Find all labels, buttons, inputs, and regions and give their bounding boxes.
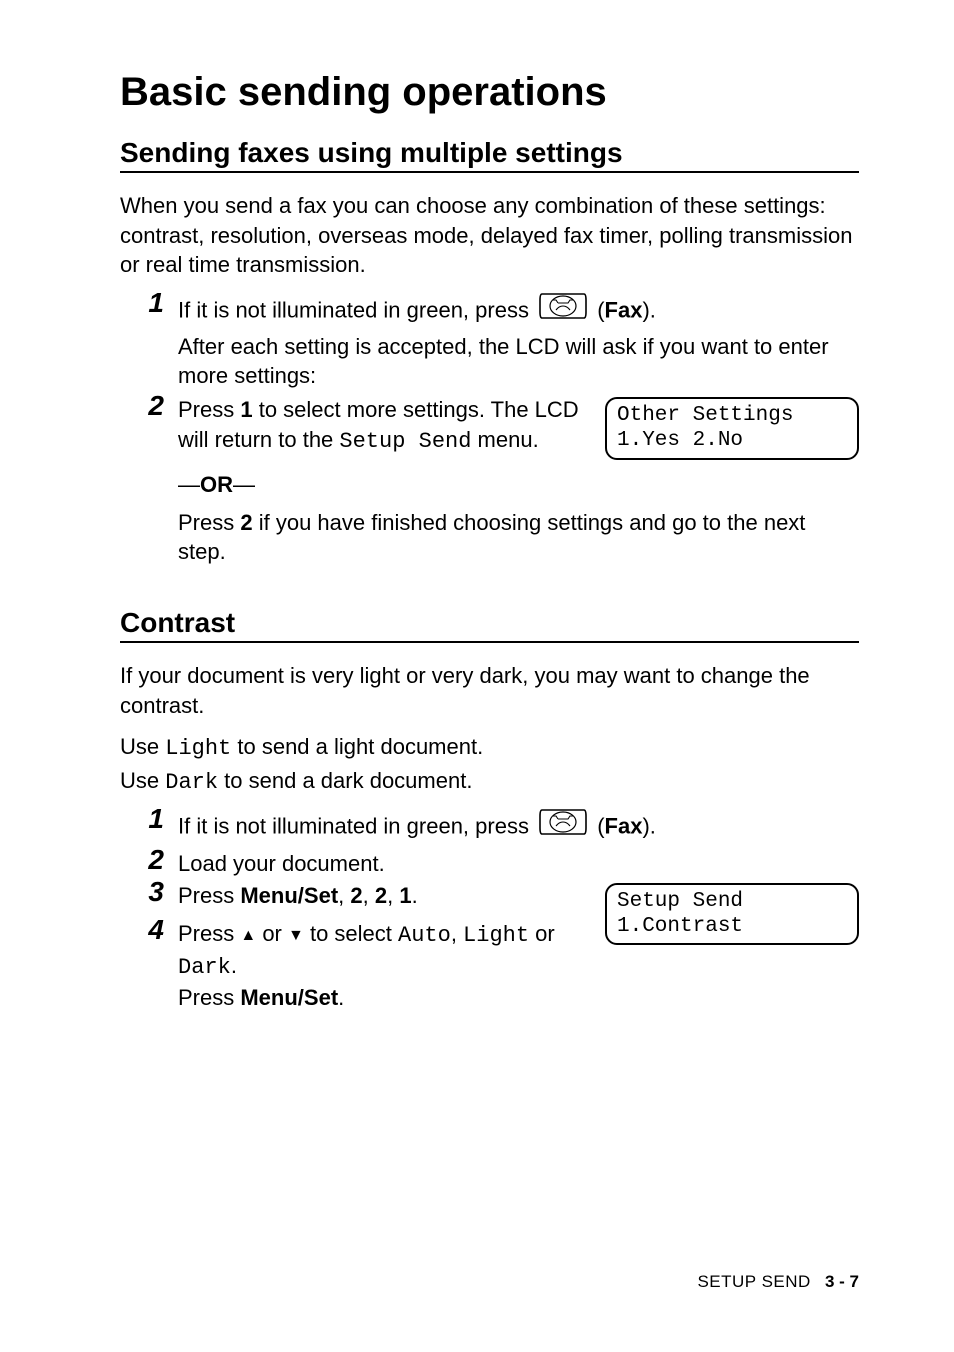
lcd-line1: Other Settings bbox=[617, 404, 793, 427]
step1-fax-word: Fax bbox=[605, 298, 643, 323]
press-menu-set: Menu/Set bbox=[240, 985, 338, 1010]
step-number: 2 bbox=[120, 391, 178, 422]
step3-k3: 1 bbox=[399, 883, 411, 908]
step-number: 2 bbox=[120, 845, 178, 876]
use-dark-line: Use Dark to send a dark document. bbox=[120, 766, 859, 798]
section2-intro: If your document is very light or very d… bbox=[120, 661, 859, 720]
page-title: Basic sending operations bbox=[120, 70, 859, 115]
step3-sep1: , bbox=[338, 883, 350, 908]
step2-alt: Press 2 if you have finished choosing se… bbox=[178, 508, 859, 567]
step-body: If it is not illuminated in green, press… bbox=[178, 292, 859, 391]
section-heading-sending-faxes: Sending faxes using multiple settings bbox=[120, 137, 859, 173]
step3-k1: 2 bbox=[350, 883, 362, 908]
lcd-line1: Setup Send bbox=[617, 890, 743, 913]
section-heading-contrast: Contrast bbox=[120, 607, 859, 643]
page-footer: SETUP SEND 3 - 7 bbox=[697, 1272, 859, 1292]
dash: — bbox=[233, 472, 255, 497]
or-word: OR bbox=[200, 472, 233, 497]
step2-key-2: 2 bbox=[240, 510, 252, 535]
use-light-line: Use Light to send a light document. bbox=[120, 732, 859, 764]
step3-k2: 2 bbox=[375, 883, 387, 908]
fax-icon bbox=[538, 806, 588, 846]
step4-end: . bbox=[231, 953, 237, 978]
section-contrast: Contrast If your document is very light … bbox=[120, 607, 859, 1013]
step4-a: Press bbox=[178, 921, 240, 946]
step-number: 1 bbox=[120, 288, 178, 319]
section1-intro: When you send a fax you can choose any c… bbox=[120, 191, 859, 280]
step2-c: menu. bbox=[471, 427, 538, 452]
step1-text-prefix: If it is not illuminated in green, press bbox=[178, 298, 535, 323]
step-body: Press ▲ or ▼ to select Auto, Light or Da… bbox=[178, 919, 608, 1012]
step2-mono: Setup Send bbox=[339, 429, 471, 454]
step1-fax-close: ). bbox=[642, 298, 655, 323]
step4-press-line: Press Menu/Set. bbox=[178, 983, 608, 1013]
use-dark-a: Use bbox=[120, 768, 165, 793]
c-step1-fax-close: ). bbox=[642, 813, 655, 838]
c-step1-fax-open: ( bbox=[597, 813, 604, 838]
or-separator: —OR— bbox=[178, 472, 859, 498]
step4-light: Light bbox=[463, 923, 529, 948]
step-1: 1 If it is not illuminated in green, pre… bbox=[120, 808, 859, 848]
c-step1-prefix: If it is not illuminated in green, press bbox=[178, 813, 535, 838]
footer-chapter: SETUP SEND bbox=[697, 1272, 810, 1291]
step-1: 1 If it is not illuminated in green, pre… bbox=[120, 292, 859, 391]
step-body: Load your document. bbox=[178, 849, 859, 879]
press-end: . bbox=[338, 985, 344, 1010]
step4-dark: Dark bbox=[178, 955, 231, 980]
section1-steps: 1 If it is not illuminated in green, pre… bbox=[120, 292, 859, 567]
page: Basic sending operations Sending faxes u… bbox=[0, 0, 954, 1352]
step3-a: Press bbox=[178, 883, 240, 908]
step-2: 2 Load your document. bbox=[120, 849, 859, 879]
step4-sep: , bbox=[451, 921, 463, 946]
down-arrow-icon: ▼ bbox=[288, 925, 304, 947]
lcd-line2: 1.Contrast bbox=[617, 915, 743, 938]
step3-menu-set: Menu/Set bbox=[240, 883, 338, 908]
step-body: If it is not illuminated in green, press… bbox=[178, 808, 859, 848]
step2-alt-a: Press bbox=[178, 510, 240, 535]
lcd-line2: 1.Yes 2.No bbox=[617, 429, 743, 452]
step-2: 2 Press 1 to select more settings. The L… bbox=[120, 395, 859, 459]
step-number: 4 bbox=[120, 915, 178, 946]
footer-page-number: 3 - 7 bbox=[825, 1272, 859, 1291]
step2-key-1: 1 bbox=[240, 397, 252, 422]
step3-sep3: , bbox=[387, 883, 399, 908]
step1-continuation: After each setting is accepted, the LCD … bbox=[178, 332, 859, 391]
step-number: 1 bbox=[120, 804, 178, 835]
c-step1-fax-word: Fax bbox=[605, 813, 643, 838]
step4-auto: Auto bbox=[398, 923, 451, 948]
use-light-mono: Light bbox=[165, 736, 231, 761]
step4-b: or bbox=[256, 921, 288, 946]
step-body: Press 1 to select more settings. The LCD… bbox=[178, 395, 859, 459]
use-light-b: to send a light document. bbox=[231, 734, 483, 759]
step4-d: or bbox=[529, 921, 555, 946]
use-dark-b: to send a dark document. bbox=[218, 768, 472, 793]
press-a: Press bbox=[178, 985, 240, 1010]
step3-sep2: , bbox=[363, 883, 375, 908]
step4-c: to select bbox=[304, 921, 398, 946]
fax-icon bbox=[538, 290, 588, 330]
lcd-display-setup-send: Setup Send 1.Contrast bbox=[605, 883, 859, 945]
step1-fax-open: ( bbox=[597, 298, 604, 323]
lcd-display-other-settings: Other Settings 1.Yes 2.No bbox=[605, 397, 859, 459]
step2-alt-b: if you have finished choosing settings a… bbox=[178, 510, 805, 565]
use-light-a: Use bbox=[120, 734, 165, 759]
step3-end: . bbox=[412, 883, 418, 908]
use-dark-mono: Dark bbox=[165, 770, 218, 795]
step2-a: Press bbox=[178, 397, 240, 422]
up-arrow-icon: ▲ bbox=[240, 925, 256, 947]
dash: — bbox=[178, 472, 200, 497]
step-number: 3 bbox=[120, 877, 178, 908]
